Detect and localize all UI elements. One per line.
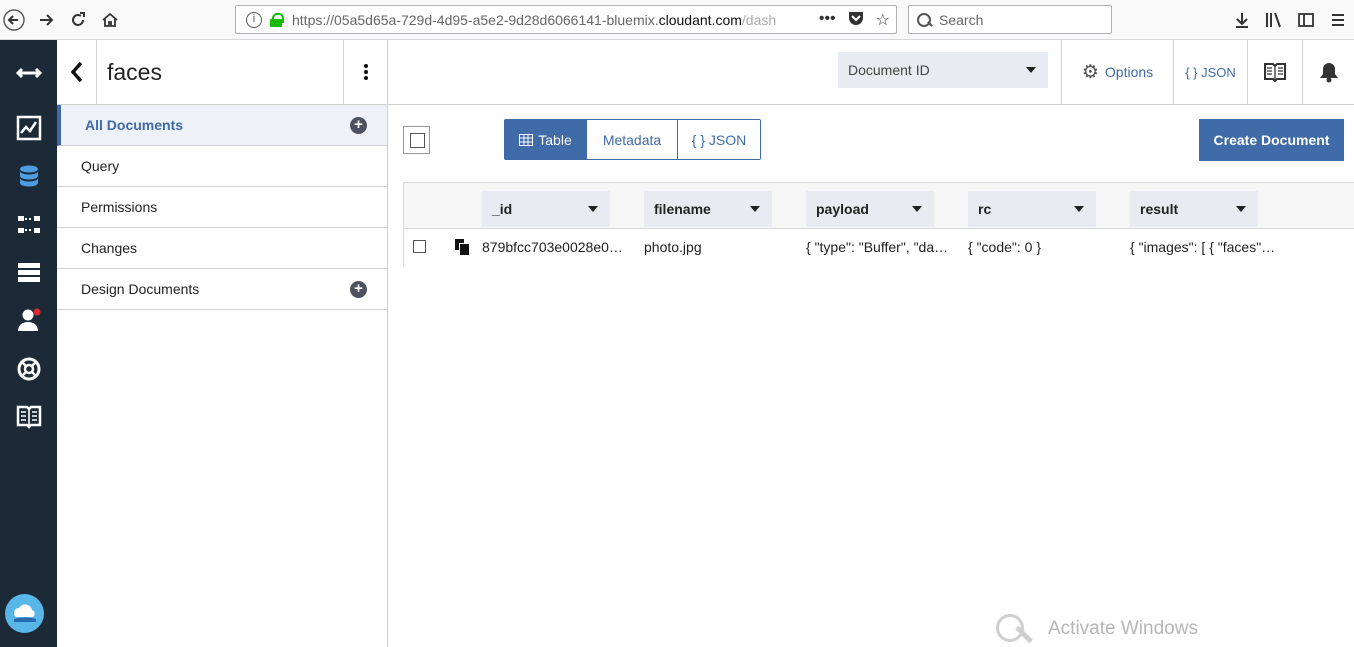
gears-icon: ⚙ [1081,61,1099,83]
cell-filename[interactable]: photo.jpg [644,239,794,255]
table-header: _id filename payload rc result [404,183,1354,229]
options-button[interactable]: ⚙ Options [1061,40,1173,104]
tab-metadata[interactable]: Metadata [587,120,678,159]
notifications-bell-icon[interactable] [1302,40,1354,104]
tab-json[interactable]: { } JSON [678,120,760,159]
caret-down-icon [750,206,760,212]
create-document-button[interactable]: Create Document [1199,119,1344,161]
cloudant-logo-icon[interactable] [5,594,44,633]
column-header-rc[interactable]: rc [968,191,1096,227]
documentation-book-icon[interactable] [0,396,57,436]
active-tasks-icon[interactable] [0,252,57,292]
view-toggle: Table Metadata { } JSON [504,119,761,160]
watermark-text: Activate Windows [1048,618,1198,639]
library-icon[interactable] [1258,6,1290,34]
table-row[interactable]: 879bfcc703e0028e0… photo.jpg { "type": "… [404,229,1354,266]
documents-table: _id filename payload rc result 879bfcc70… [403,182,1354,266]
table-grid-icon [519,133,534,146]
sidebar-item-design-documents[interactable]: Design Documents + [57,269,387,310]
add-design-doc-plus-icon[interactable]: + [350,281,367,298]
tab-label: Table [538,131,572,148]
support-lifebuoy-icon[interactable] [0,349,57,389]
column-header-payload[interactable]: payload [806,191,934,227]
back-arrow-icon[interactable] [0,6,28,34]
sidebar-item-permissions[interactable]: Permissions [57,187,387,228]
cell-rc[interactable]: { "code": 0 } [968,239,1118,255]
caret-down-icon [912,206,922,212]
caret-down-icon [588,206,598,212]
sidebar-item-label: Query [81,158,120,174]
page-actions-icon[interactable]: ••• [819,10,836,31]
sidebar-item-query[interactable]: Query [57,146,387,187]
replication-icon[interactable] [0,205,57,245]
sidebar-item-label: Permissions [81,199,158,215]
search-icon [917,12,931,27]
activate-windows-watermark: Activate Windows [996,612,1354,647]
sidebar-item-label: Changes [81,240,138,256]
api-docs-book-icon[interactable] [1247,40,1302,104]
caret-down-icon [1074,206,1084,212]
tab-table[interactable]: Table [505,120,587,159]
database-title: faces [107,58,162,85]
sidebar-item-all-documents[interactable]: All Documents + [57,105,387,146]
caret-down-icon [1026,67,1036,73]
more-options-icon[interactable] [343,40,387,104]
database-sidebar: faces All Documents + Query Permissions … [57,40,388,647]
add-document-plus-icon[interactable]: + [350,117,367,134]
forward-arrow-icon[interactable] [32,6,60,34]
home-icon[interactable] [96,6,124,34]
key-icon [996,612,1036,647]
column-header-result[interactable]: result [1130,191,1258,227]
options-label: Options [1104,64,1154,80]
databases-icon[interactable] [0,157,57,197]
browser-toolbar: i https://05a5d65a-729d-4d95-a5e2-9d28d6… [0,0,1354,40]
copy-document-icon[interactable] [455,239,470,256]
info-icon[interactable]: i [246,11,262,28]
pocket-icon[interactable] [848,10,864,31]
menu-icon[interactable] [1322,6,1354,34]
back-chevron-icon[interactable] [57,40,97,104]
sidebar-item-changes[interactable]: Changes [57,228,387,269]
row-checkbox[interactable] [413,240,426,253]
account-icon[interactable] [0,300,57,340]
document-id-select[interactable]: Document ID [838,52,1048,88]
expand-arrows-icon[interactable] [0,53,57,93]
select-value: Document ID [848,62,930,78]
url-text: https://05a5d65a-729d-4d95-a5e2-9d28d606… [292,11,777,28]
main-header: Document ID ⚙ Options { } JSON [388,40,1354,105]
tab-label: { } JSON [691,131,747,148]
cell-payload[interactable]: { "type": "Buffer", "da… [806,239,956,255]
cell-result[interactable]: { "images": [ { "faces"… [1130,239,1280,255]
select-all-checkbox[interactable] [403,126,430,154]
column-header-filename[interactable]: filename [644,191,772,227]
app-nav-rail [0,40,57,647]
caret-down-icon [1236,206,1246,212]
json-label: { } JSON [1185,64,1236,80]
tab-label: Metadata [602,131,662,148]
browser-search-input[interactable]: Search [908,5,1112,34]
sidebar-item-label: All Documents [85,117,184,133]
url-bar[interactable]: i https://05a5d65a-729d-4d95-a5e2-9d28d6… [235,5,897,34]
json-button[interactable]: { } JSON [1173,40,1247,104]
star-icon[interactable]: ☆ [876,10,890,31]
download-icon[interactable] [1226,6,1258,34]
column-header-id[interactable]: _id [482,191,610,227]
sidebar-item-label: Design Documents [81,281,200,297]
reload-icon[interactable] [64,6,92,34]
lock-icon [270,12,284,27]
search-placeholder: Search [939,11,984,28]
sidebar-header: faces [57,40,387,105]
sidebar-toggle-icon[interactable] [1290,6,1322,34]
monitoring-chart-icon[interactable] [0,108,57,148]
cell-id[interactable]: 879bfcc703e0028e0… [482,239,634,255]
